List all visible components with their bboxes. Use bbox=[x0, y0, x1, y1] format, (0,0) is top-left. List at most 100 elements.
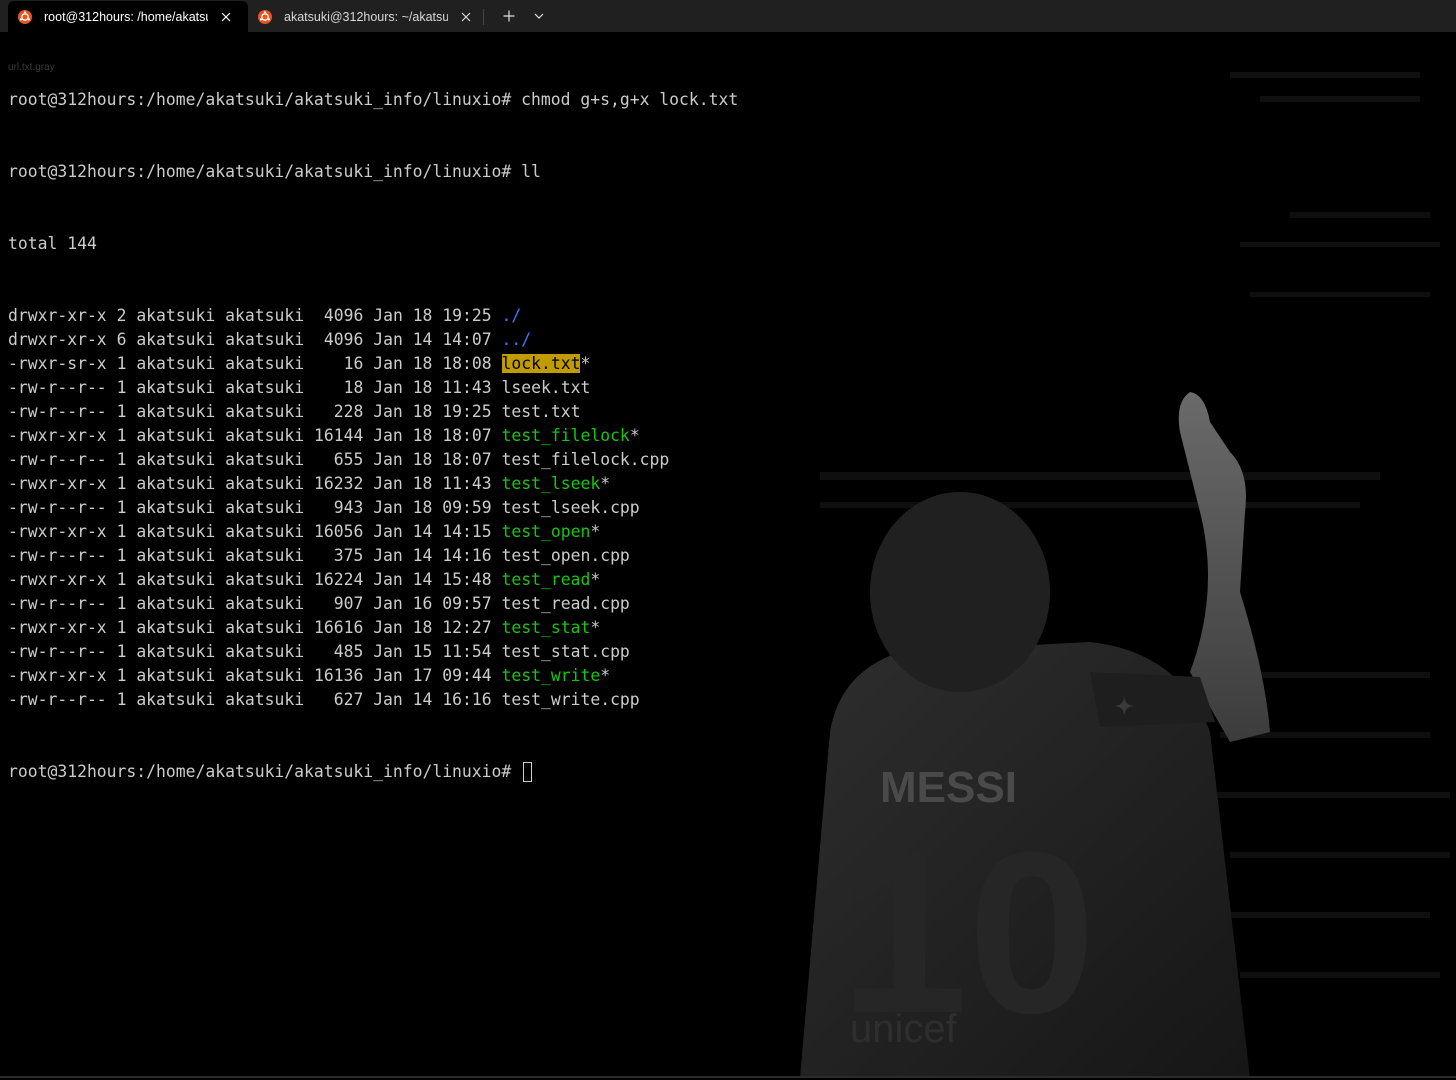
file-size: 16232 bbox=[313, 474, 364, 493]
link-count: 1 bbox=[116, 474, 127, 493]
file-owner: akatsuki bbox=[136, 570, 216, 589]
profile-dropdown-button[interactable] bbox=[527, 5, 551, 27]
file-name: test_open.cpp bbox=[501, 546, 630, 565]
close-icon[interactable] bbox=[456, 7, 476, 27]
listing-row: -rw-r--r-- 1 akatsuki akatsuki 655 Jan 1… bbox=[8, 448, 738, 472]
file-size: 943 bbox=[333, 498, 364, 517]
file-type-suffix: * bbox=[600, 666, 611, 685]
link-count: 1 bbox=[116, 642, 127, 661]
file-type-suffix: * bbox=[629, 426, 640, 445]
new-tab-button[interactable] bbox=[496, 5, 522, 27]
listing-row: -rw-r--r-- 1 akatsuki akatsuki 375 Jan 1… bbox=[8, 544, 738, 568]
file-group: akatsuki bbox=[225, 450, 305, 469]
file-name: test_lseek bbox=[501, 474, 601, 493]
link-count: 1 bbox=[116, 690, 127, 709]
file-permissions: -rw-r--r-- bbox=[8, 594, 107, 613]
file-name: lseek.txt bbox=[501, 378, 591, 397]
file-name: test_stat.cpp bbox=[501, 642, 630, 661]
file-day: 18 bbox=[412, 354, 433, 373]
file-permissions: -rwxr-xr-x bbox=[8, 474, 107, 493]
file-group: akatsuki bbox=[225, 570, 305, 589]
file-day: 18 bbox=[412, 426, 433, 445]
listing-row: -rwxr-xr-x 1 akatsuki akatsuki 16224 Jan… bbox=[8, 568, 738, 592]
file-permissions: drwxr-xr-x bbox=[8, 306, 107, 325]
file-day: 18 bbox=[412, 306, 433, 325]
listing-row: -rw-r--r-- 1 akatsuki akatsuki 485 Jan 1… bbox=[8, 640, 738, 664]
file-time: 16:16 bbox=[442, 690, 492, 709]
file-group: akatsuki bbox=[225, 522, 305, 541]
tab-bar: root@312hours: /home/akatsuki/akatsuki_i… bbox=[0, 0, 1456, 32]
tab-akatsuki-terminal[interactable]: akatsuki@312hours: ~/akatsuki bbox=[248, 1, 484, 32]
file-day: 18 bbox=[412, 498, 433, 517]
file-time: 09:44 bbox=[442, 666, 492, 685]
file-size: 375 bbox=[333, 546, 364, 565]
listing-row: -rw-r--r-- 1 akatsuki akatsuki 943 Jan 1… bbox=[8, 496, 738, 520]
file-time: 11:43 bbox=[442, 378, 492, 397]
file-month: Jan bbox=[373, 522, 403, 541]
link-count: 1 bbox=[116, 666, 127, 685]
file-time: 19:25 bbox=[442, 402, 492, 421]
terminal-pane[interactable]: ✦ MESSI 10 unicef url.txt.gray root@312h… bbox=[0, 32, 1456, 1078]
file-owner: akatsuki bbox=[136, 546, 216, 565]
file-permissions: -rw-r--r-- bbox=[8, 378, 107, 397]
file-owner: akatsuki bbox=[136, 402, 216, 421]
close-icon[interactable] bbox=[216, 7, 236, 27]
file-permissions: -rw-r--r-- bbox=[8, 546, 107, 565]
file-month: Jan bbox=[373, 642, 403, 661]
file-permissions: -rwxr-xr-x bbox=[8, 426, 107, 445]
file-month: Jan bbox=[373, 330, 403, 349]
file-group: akatsuki bbox=[225, 402, 305, 421]
file-group: akatsuki bbox=[225, 546, 305, 565]
file-group: akatsuki bbox=[225, 618, 305, 637]
chevron-down-icon bbox=[534, 13, 544, 19]
listing-row: -rwxr-xr-x 1 akatsuki akatsuki 16144 Jan… bbox=[8, 424, 738, 448]
ubuntu-icon bbox=[258, 9, 272, 24]
file-owner: akatsuki bbox=[136, 378, 216, 397]
file-month: Jan bbox=[373, 474, 403, 493]
file-permissions: -rw-r--r-- bbox=[8, 690, 107, 709]
file-owner: akatsuki bbox=[136, 498, 216, 517]
link-count: 1 bbox=[116, 498, 127, 517]
listing-row: -rwxr-sr-x 1 akatsuki akatsuki 16 Jan 18… bbox=[8, 352, 738, 376]
file-type-suffix: * bbox=[580, 354, 591, 373]
file-owner: akatsuki bbox=[136, 522, 216, 541]
file-month: Jan bbox=[373, 426, 403, 445]
file-group: akatsuki bbox=[225, 426, 305, 445]
file-time: 18:07 bbox=[442, 426, 492, 445]
file-day: 14 bbox=[412, 330, 433, 349]
file-owner: akatsuki bbox=[136, 306, 216, 325]
file-day: 14 bbox=[412, 546, 433, 565]
file-day: 18 bbox=[412, 378, 433, 397]
prompt: root@312hours:/home/akatsuki/akatsuki_in… bbox=[8, 162, 512, 181]
file-permissions: -rwxr-xr-x bbox=[8, 666, 107, 685]
terminal-line: root@312hours:/home/akatsuki/akatsuki_in… bbox=[8, 160, 738, 184]
file-group: akatsuki bbox=[225, 594, 305, 613]
command-text: chmod g+s,g+x lock.txt bbox=[521, 90, 739, 109]
file-owner: akatsuki bbox=[136, 642, 216, 661]
text-cursor[interactable] bbox=[523, 762, 533, 782]
file-name: ../ bbox=[501, 330, 532, 349]
file-permissions: -rwxr-xr-x bbox=[8, 522, 107, 541]
file-size: 16056 bbox=[313, 522, 364, 541]
command-text: ll bbox=[521, 162, 541, 181]
file-month: Jan bbox=[373, 570, 403, 589]
file-month: Jan bbox=[373, 618, 403, 637]
file-name: test_lseek.cpp bbox=[501, 498, 640, 517]
file-permissions: -rwxr-xr-x bbox=[8, 618, 107, 637]
file-time: 11:43 bbox=[442, 474, 492, 493]
file-time: 19:25 bbox=[442, 306, 492, 325]
tab-divider bbox=[483, 9, 484, 25]
listing-row: -rw-r--r-- 1 akatsuki akatsuki 907 Jan 1… bbox=[8, 592, 738, 616]
file-time: 11:54 bbox=[442, 642, 492, 661]
file-permissions: drwxr-xr-x bbox=[8, 330, 107, 349]
terminal-output: root@312hours:/home/akatsuki/akatsuki_in… bbox=[8, 40, 738, 832]
tab-title: root@312hours: /home/akatsuki/akatsuki_i… bbox=[44, 9, 208, 24]
file-group: akatsuki bbox=[225, 474, 305, 493]
tab-root-terminal[interactable]: root@312hours: /home/akatsuki/akatsuki_i… bbox=[8, 1, 248, 32]
file-month: Jan bbox=[373, 402, 403, 421]
listing-row: -rw-r--r-- 1 akatsuki akatsuki 18 Jan 18… bbox=[8, 376, 738, 400]
file-month: Jan bbox=[373, 690, 403, 709]
window-bottom-border bbox=[0, 1076, 1456, 1078]
file-type-suffix: * bbox=[590, 618, 601, 637]
tab-title: akatsuki@312hours: ~/akatsuki bbox=[284, 9, 448, 24]
